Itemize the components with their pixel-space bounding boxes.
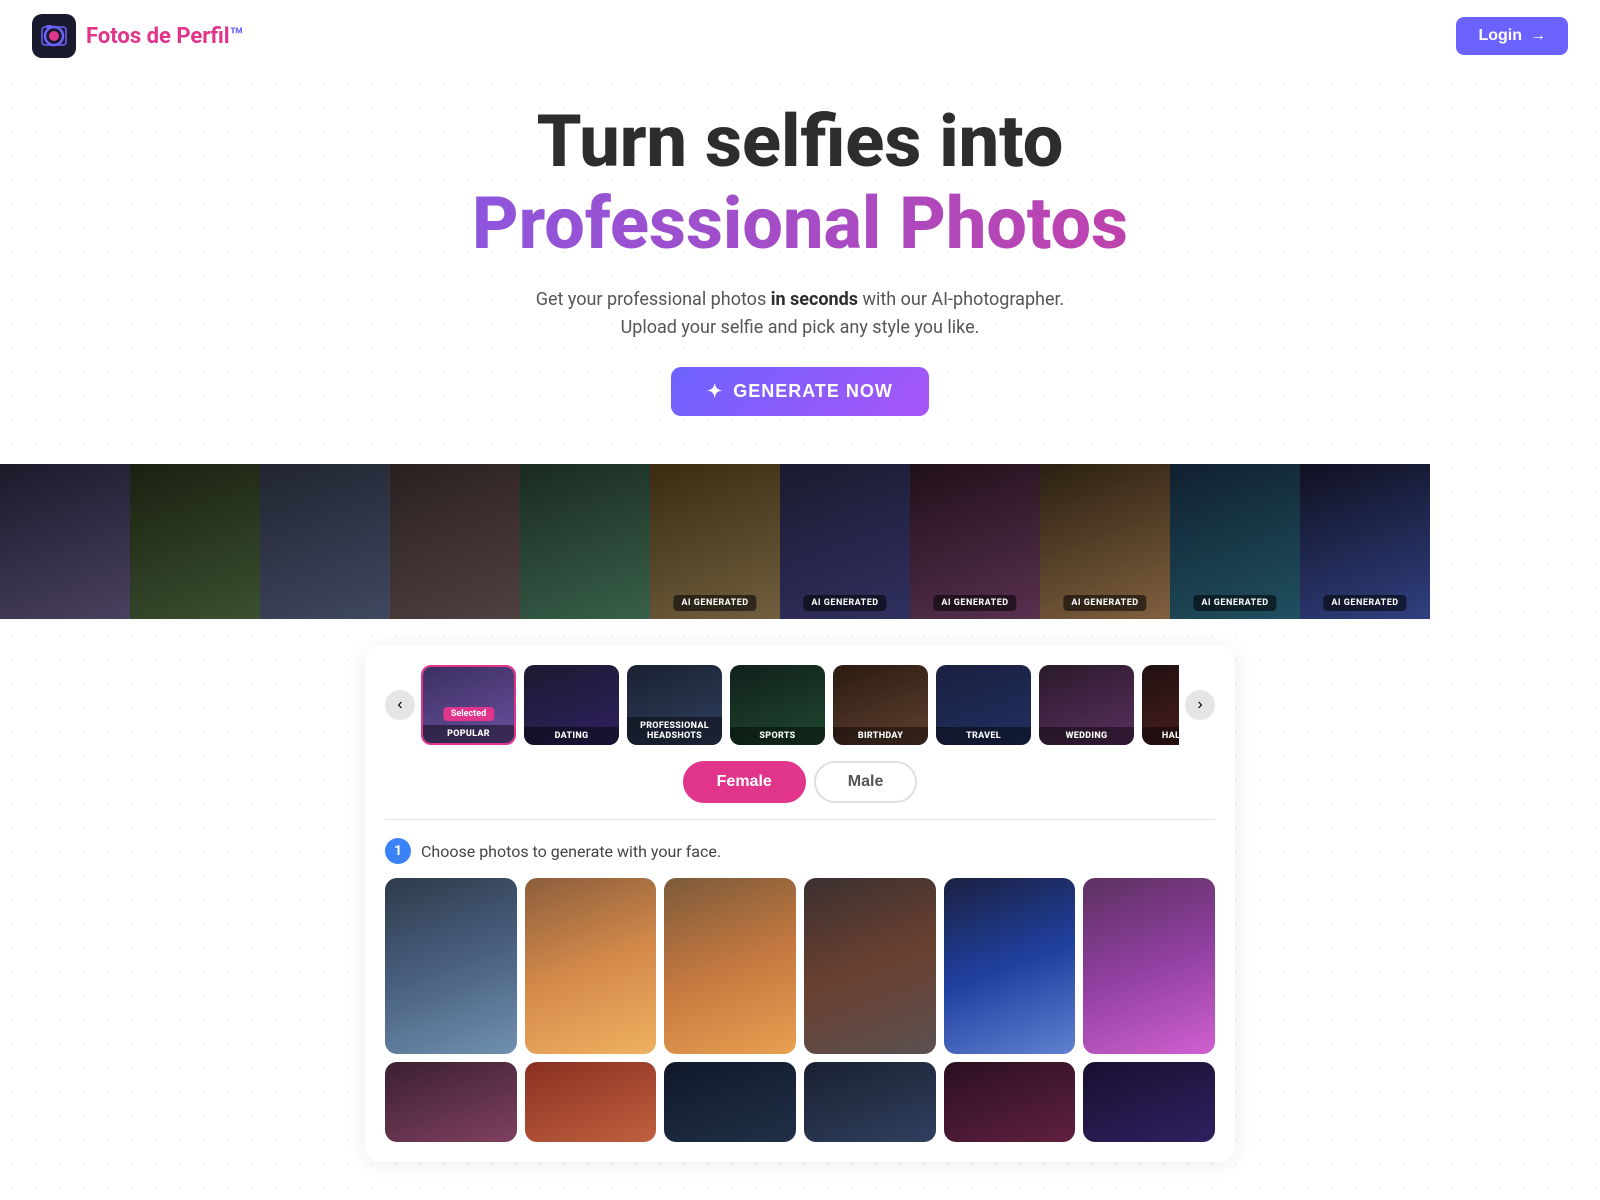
ai-badge-7: AI GENERATED: [803, 595, 886, 611]
hero-subtitle-part2: with our AI-photographer.: [858, 289, 1064, 310]
logo-tm: ™: [230, 24, 244, 49]
hero-title-line1: Turn selfies into: [20, 102, 1580, 181]
strip-photo-11: AI GENERATED: [1300, 464, 1430, 619]
hero-title-line2: Professional Photos: [20, 181, 1580, 267]
strip-photo-4: [390, 464, 520, 619]
navbar: Fotos de Perfil™ Login →: [0, 0, 1600, 72]
generate-now-button[interactable]: ✦ GENERATE NOW: [671, 367, 929, 416]
step-badge: 1: [385, 838, 411, 864]
generate-icon: ✦: [707, 381, 723, 402]
strip-photo-2: [130, 464, 260, 619]
category-item-travel[interactable]: TRAVEL: [936, 665, 1031, 745]
strip-photo-10: AI GENERATED: [1170, 464, 1300, 619]
category-label-headshots: PROFESSIONAL HEADSHOTS: [627, 717, 722, 745]
next-arrow-icon: ›: [1197, 696, 1202, 714]
section-divider: [385, 819, 1215, 820]
category-prev-button[interactable]: ‹: [385, 690, 415, 720]
hero-subtitle-part1: Get your professional photos: [536, 289, 771, 310]
grid-photo-bottom-5[interactable]: [944, 1062, 1076, 1142]
category-item-dating[interactable]: DATING: [524, 665, 619, 745]
photo-strip: AI GENERATED AI GENERATED AI GENERATED A…: [0, 464, 1600, 619]
hero-title: Turn selfies into Professional Photos: [20, 102, 1580, 268]
ai-badge-8: AI GENERATED: [933, 595, 1016, 611]
ai-badge-9: AI GENERATED: [1063, 595, 1146, 611]
grid-photo-bottom-6[interactable]: [1083, 1062, 1215, 1142]
category-section: ‹ Selected POPULAR DATING PROFESSIONAL H…: [365, 645, 1235, 1162]
login-label: Login: [1478, 27, 1522, 45]
category-label-sports: SPORTS: [730, 727, 825, 745]
category-label-popular: POPULAR: [423, 725, 514, 743]
hero-subtitle-line2: Upload your selfie and pick any style yo…: [621, 317, 980, 338]
category-next-button[interactable]: ›: [1185, 690, 1215, 720]
category-item-birthday[interactable]: BIRTHDAY: [833, 665, 928, 745]
generate-label: GENERATE NOW: [733, 381, 893, 402]
choose-section: 1 Choose photos to generate with your fa…: [385, 838, 1215, 1142]
strip-photo-1: [0, 464, 130, 619]
category-label-travel: TRAVEL: [936, 727, 1031, 745]
grid-photo-6[interactable]: [1083, 878, 1215, 1054]
strip-photo-5: [520, 464, 650, 619]
login-button[interactable]: Login →: [1456, 17, 1568, 55]
male-button[interactable]: Male: [814, 761, 918, 803]
strip-photo-9: AI GENERATED: [1040, 464, 1170, 619]
category-item-sports[interactable]: SPORTS: [730, 665, 825, 745]
grid-photo-4[interactable]: [804, 878, 936, 1054]
gender-toggle: Female Male: [385, 761, 1215, 803]
hero-subtitle: Get your professional photos in seconds …: [20, 286, 1580, 344]
photo-grid: [385, 878, 1215, 1054]
grid-photo-bottom-1[interactable]: [385, 1062, 517, 1142]
grid-photo-5[interactable]: [944, 878, 1076, 1054]
ai-badge-6: AI GENERATED: [673, 595, 756, 611]
category-label-wedding: WEDDING: [1039, 727, 1134, 745]
category-label-birthday: BIRTHDAY: [833, 727, 928, 745]
login-arrow-icon: →: [1530, 27, 1546, 45]
grid-photo-bottom-4[interactable]: [804, 1062, 936, 1142]
category-label-dating: DATING: [524, 727, 619, 745]
photo-grid-bottom: [385, 1062, 1215, 1142]
grid-photo-2[interactable]: [525, 878, 657, 1054]
grid-photo-bottom-2[interactable]: [525, 1062, 657, 1142]
female-button[interactable]: Female: [683, 761, 806, 803]
ai-badge-10: AI GENERATED: [1193, 595, 1276, 611]
category-items: Selected POPULAR DATING PROFESSIONAL HEA…: [421, 665, 1179, 745]
hero-subtitle-bold: in seconds: [771, 289, 858, 310]
logo-text: Fotos de Perfil™: [86, 24, 243, 49]
grid-photo-bottom-3[interactable]: [664, 1062, 796, 1142]
category-item-halloween[interactable]: HALLOWEEN: [1142, 665, 1179, 745]
category-item-headshots[interactable]: PROFESSIONAL HEADSHOTS: [627, 665, 722, 745]
selected-badge: Selected: [443, 707, 494, 721]
strip-photo-8: AI GENERATED: [910, 464, 1040, 619]
choose-header: 1 Choose photos to generate with your fa…: [385, 838, 1215, 864]
grid-photo-1[interactable]: [385, 878, 517, 1054]
strip-photo-3: [260, 464, 390, 619]
strip-photo-7: AI GENERATED: [780, 464, 910, 619]
camera-icon: [32, 14, 76, 58]
nav-logo: Fotos de Perfil™: [32, 14, 243, 58]
category-item-wedding[interactable]: WEDDING: [1039, 665, 1134, 745]
category-item-popular[interactable]: Selected POPULAR: [421, 665, 516, 745]
prev-arrow-icon: ‹: [397, 696, 402, 714]
ai-badge-11: AI GENERATED: [1323, 595, 1406, 611]
choose-instruction: Choose photos to generate with your face…: [421, 842, 721, 861]
grid-photo-3[interactable]: [664, 878, 796, 1054]
hero-section: Turn selfies into Professional Photos Ge…: [0, 72, 1600, 436]
category-scroll: ‹ Selected POPULAR DATING PROFESSIONAL H…: [385, 665, 1215, 745]
strip-photo-6: AI GENERATED: [650, 464, 780, 619]
category-label-halloween: HALLOWEEN: [1142, 727, 1179, 745]
